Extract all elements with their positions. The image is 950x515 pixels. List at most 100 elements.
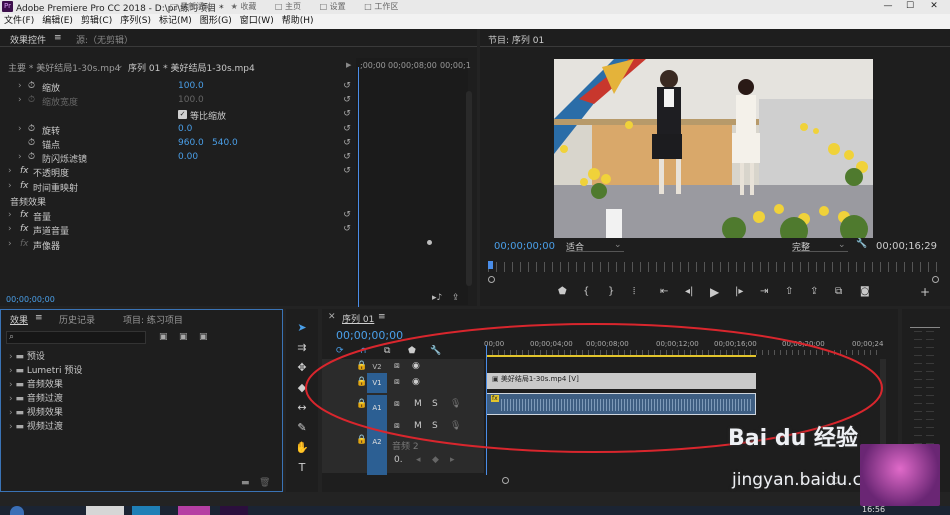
bg-tab[interactable]: □ 最新活动: [170, 0, 212, 14]
list-item[interactable]: › ▬ 音频效果: [9, 377, 63, 390]
taskbar-premiere[interactable]: [220, 506, 248, 515]
stopwatch-icon[interactable]: ⏱: [28, 95, 35, 105]
step-forward-icon[interactable]: |▸: [735, 286, 743, 297]
play-audio-icon[interactable]: ▸♪: [432, 293, 442, 303]
expand-icon[interactable]: ›: [18, 81, 22, 91]
menu-file[interactable]: 文件(F): [0, 14, 38, 29]
sequence-clip-label[interactable]: 序列 01 * 美好结局1-30s.mp4: [128, 61, 255, 74]
chevron-down-icon[interactable]: ⌄: [116, 61, 124, 71]
reset-icon[interactable]: ↺: [342, 224, 352, 234]
play-button[interactable]: ▶: [710, 285, 719, 299]
stopwatch-icon[interactable]: ⏱: [28, 138, 35, 148]
expand-icon[interactable]: ›: [8, 210, 12, 220]
taskbar-app[interactable]: [86, 506, 124, 515]
reset-icon[interactable]: ↺: [342, 138, 352, 148]
channel-volume-label[interactable]: 声道音量: [33, 224, 69, 237]
mark-out-icon[interactable]: }: [608, 286, 614, 297]
tab-source[interactable]: 源:（无剪辑）: [76, 33, 133, 46]
list-item[interactable]: › ▬ 预设: [9, 349, 45, 362]
program-playhead[interactable]: [488, 261, 493, 269]
wrench-icon[interactable]: 🔧: [856, 239, 867, 249]
list-item[interactable]: › ▬ 视频效果: [9, 405, 63, 418]
taskbar-app[interactable]: [132, 506, 160, 515]
stopwatch-icon[interactable]: ⏱: [28, 124, 35, 134]
tab-project[interactable]: 项目: 练习项目: [123, 313, 183, 326]
mark-in-icon[interactable]: {: [583, 286, 589, 297]
go-to-out-icon[interactable]: ⇥: [760, 286, 768, 297]
expand-icon[interactable]: ›: [8, 166, 12, 176]
trash-icon[interactable]: 🗑: [259, 478, 270, 488]
new-folder-icon[interactable]: ▬: [241, 478, 250, 488]
maximize-button[interactable]: ☐: [902, 0, 918, 13]
add-button-icon[interactable]: +: [920, 285, 930, 299]
anchor-y-value[interactable]: 540.0: [212, 138, 238, 148]
tab-effects[interactable]: 效果: [10, 313, 28, 326]
reset-icon[interactable]: ↺: [342, 210, 352, 220]
go-to-in-icon[interactable]: ⇤: [660, 286, 668, 297]
export-frame-icon[interactable]: ⧉: [835, 286, 842, 297]
anti-flicker-value[interactable]: 0.00: [178, 152, 198, 162]
quality-dropdown[interactable]: 完整 ⌄: [792, 240, 848, 253]
ec-timecode[interactable]: 00;00;00;00: [6, 295, 55, 304]
expand-icon[interactable]: ›: [18, 152, 22, 162]
zoom-dropdown[interactable]: 适合 ⌄: [566, 240, 624, 253]
bg-tab[interactable]: □ 主页: [275, 0, 301, 14]
ec-playhead[interactable]: [358, 67, 359, 307]
step-back-icon[interactable]: ◂|: [685, 286, 693, 297]
add-marker-icon[interactable]: ⬟: [558, 286, 567, 297]
ec-scrollbar[interactable]: [466, 91, 472, 286]
program-ruler[interactable]: [488, 262, 940, 272]
menu-edit[interactable]: 编辑(E): [38, 14, 77, 29]
zoom-handle-left[interactable]: [502, 477, 509, 484]
yuv-effects-icon[interactable]: ▣: [199, 332, 208, 342]
reset-icon[interactable]: ↺: [342, 81, 352, 91]
expand-icon[interactable]: ›: [8, 181, 12, 191]
clear-in-out-icon[interactable]: ⦙: [633, 286, 635, 297]
keyframe-dot[interactable]: [427, 240, 432, 245]
program-title[interactable]: 节目: 序列 01: [488, 33, 544, 46]
camera-icon[interactable]: ◙: [860, 286, 870, 297]
master-clip-label[interactable]: 主要 * 美好结局1-30s.mp4: [8, 61, 120, 74]
stopwatch-icon[interactable]: ⏱: [28, 81, 35, 91]
menu-graphics[interactable]: 图形(G): [196, 14, 236, 29]
tab-history[interactable]: 历史记录: [59, 313, 95, 326]
ec-mini-timeline[interactable]: [356, 58, 468, 305]
uniform-scale-checkbox[interactable]: ✓: [178, 110, 187, 119]
tab-effect-controls[interactable]: 效果控件: [10, 33, 46, 46]
rotation-value[interactable]: 0.0: [178, 124, 192, 134]
list-item[interactable]: › ▬ 视频过渡: [9, 419, 63, 432]
menu-clip[interactable]: 剪辑(C): [77, 14, 116, 29]
32bit-effects-icon[interactable]: ▣: [179, 332, 188, 342]
play-only-icon[interactable]: ▶: [346, 61, 351, 69]
panel-menu-icon[interactable]: ≡: [35, 313, 43, 323]
close-button[interactable]: ✕: [926, 0, 942, 13]
taskbar-app[interactable]: [178, 506, 210, 515]
bg-tab[interactable]: ★ 收藏: [231, 0, 257, 14]
bg-tab[interactable]: □ 设置: [320, 0, 346, 14]
reset-icon[interactable]: ↺: [342, 95, 352, 105]
expand-icon[interactable]: ›: [8, 239, 12, 249]
expand-icon[interactable]: ›: [8, 224, 12, 234]
panner-label[interactable]: 声像器: [33, 239, 60, 252]
zoom-handle-right[interactable]: [932, 276, 939, 283]
menu-sequence[interactable]: 序列(S): [116, 14, 155, 29]
reset-icon[interactable]: ↺: [342, 124, 352, 134]
opacity-label[interactable]: 不透明度: [33, 166, 69, 179]
effects-search-input[interactable]: ⌕: [6, 331, 146, 344]
program-timecode[interactable]: 00;00;00;00: [494, 241, 555, 252]
zoom-handle-left[interactable]: [488, 276, 495, 283]
menu-marker[interactable]: 标记(M): [155, 14, 196, 29]
export-icon[interactable]: ⇪: [452, 293, 460, 303]
anchor-x-value[interactable]: 960.0: [178, 138, 204, 148]
scale-width-value[interactable]: 100.0: [178, 95, 204, 105]
bg-tab[interactable]: □ 工作区: [364, 0, 398, 14]
reset-icon[interactable]: ↺: [342, 109, 352, 119]
menu-window[interactable]: 窗口(W): [236, 14, 278, 29]
minimize-button[interactable]: —: [880, 0, 896, 13]
expand-icon[interactable]: ›: [18, 95, 22, 105]
type-tool-icon[interactable]: T: [295, 461, 309, 475]
accelerated-effects-icon[interactable]: ▣: [159, 332, 168, 342]
lift-icon[interactable]: ⇧: [785, 286, 793, 297]
reset-icon[interactable]: ↺: [342, 152, 352, 162]
start-button-icon[interactable]: [10, 506, 24, 515]
